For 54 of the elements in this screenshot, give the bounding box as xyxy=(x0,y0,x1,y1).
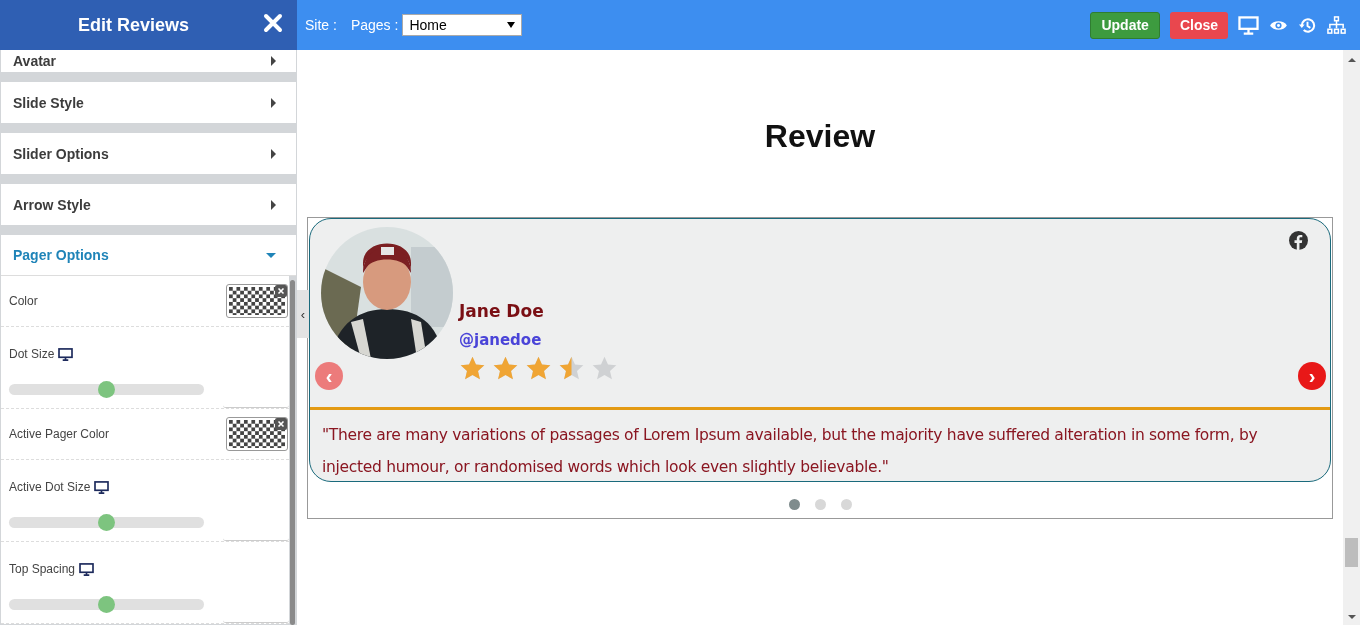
desktop-icon xyxy=(79,562,95,576)
caret-icon xyxy=(271,97,276,108)
facebook-icon[interactable] xyxy=(1289,231,1308,250)
history-icon[interactable] xyxy=(1298,15,1317,35)
page-heading: Review xyxy=(763,118,877,155)
update-button[interactable]: Update xyxy=(1090,11,1160,39)
close-button[interactable]: Close xyxy=(1169,11,1228,39)
slider[interactable] xyxy=(9,599,204,610)
clear-icon[interactable] xyxy=(275,285,287,297)
star-icon xyxy=(459,355,486,380)
section-header[interactable]: Avatar xyxy=(1,50,296,72)
pager-dot[interactable] xyxy=(840,499,852,510)
close-icon[interactable] xyxy=(263,13,283,33)
slider[interactable] xyxy=(9,517,204,528)
color-picker[interactable] xyxy=(226,284,288,318)
eye-icon[interactable] xyxy=(1269,18,1288,32)
review-quote: "There are many variations of passages of Lorem Ipsum available, but the majority have suffered alteration in some form, by injected humour, or randomised words which look even slightly believable." xyxy=(321,425,1259,478)
star-icon xyxy=(591,355,618,380)
site-label: Site : xyxy=(305,17,337,33)
collapse-handle[interactable]: ‹ xyxy=(297,290,309,338)
star-icon xyxy=(492,355,519,380)
sitemap-icon[interactable] xyxy=(1327,15,1346,35)
caret-icon xyxy=(271,148,276,159)
reviewer-handle: @janedoe xyxy=(459,331,543,349)
star-icon xyxy=(525,355,552,380)
desktop-icon xyxy=(94,480,110,494)
section-header[interactable]: Arrow Style xyxy=(1,184,296,225)
desktop-icon xyxy=(58,347,74,361)
scrollbar[interactable] xyxy=(290,280,295,625)
setting-label: Dot Size xyxy=(9,347,55,361)
setting-label: Top Spacing xyxy=(9,562,76,576)
pager-dot[interactable] xyxy=(788,499,800,510)
scrollbar[interactable] xyxy=(1343,50,1360,625)
slider-handle[interactable] xyxy=(97,381,115,398)
setting-label: Active Dot Size xyxy=(9,480,91,494)
color-picker[interactable] xyxy=(226,417,288,451)
caret-icon xyxy=(266,252,276,258)
caret-icon xyxy=(271,56,276,66)
caret-icon xyxy=(271,199,276,210)
panel-title: Edit Reviews xyxy=(77,14,189,36)
section-header[interactable]: Pager Options xyxy=(1,235,296,276)
section-header[interactable]: Slider Options xyxy=(1,133,296,174)
slider-handle[interactable] xyxy=(97,514,115,531)
desktop-icon[interactable] xyxy=(1238,15,1259,35)
section-header[interactable]: Slide Style xyxy=(1,82,296,123)
pages-label: Pages : xyxy=(350,17,399,33)
pager-dot[interactable] xyxy=(814,499,826,510)
clear-icon[interactable] xyxy=(275,418,287,430)
reviewer-name: Jane Doe xyxy=(459,301,545,321)
setting-label: Color xyxy=(9,294,38,308)
setting-label: Active Pager Color xyxy=(9,427,110,441)
page-select[interactable]: Home xyxy=(402,14,523,36)
slider-handle[interactable] xyxy=(97,596,115,613)
slider[interactable] xyxy=(9,384,204,395)
